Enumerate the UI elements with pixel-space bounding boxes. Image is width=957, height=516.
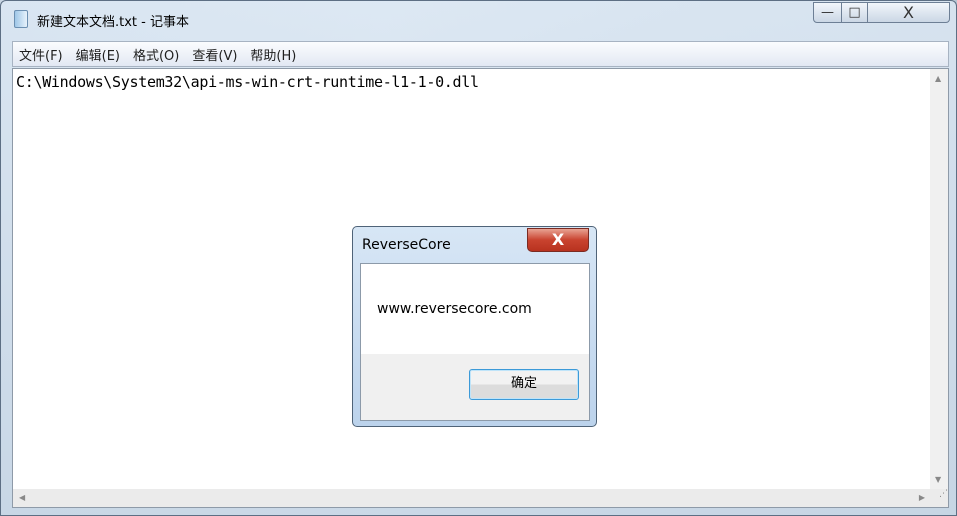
- menu-edit[interactable]: 编辑(E): [76, 45, 120, 64]
- menu-format[interactable]: 格式(O): [133, 45, 179, 64]
- scroll-left-icon[interactable]: ◀: [19, 493, 25, 502]
- horizontal-scrollbar[interactable]: ◀ ▶: [13, 489, 931, 507]
- menu-help[interactable]: 帮助(H): [250, 45, 296, 64]
- window-title: 新建文本文档.txt - 记事本: [37, 15, 189, 30]
- dialog-title: ReverseCore: [362, 237, 451, 253]
- ok-button[interactable]: 确定: [469, 369, 579, 400]
- dialog-close-button[interactable]: X: [527, 228, 589, 252]
- dialog-body: www.reversecore.com 确定: [360, 263, 590, 421]
- scroll-right-icon[interactable]: ▶: [919, 493, 925, 502]
- notepad-icon: [14, 10, 28, 28]
- scroll-up-icon[interactable]: ▲: [935, 74, 941, 83]
- dialog-message: www.reversecore.com: [377, 301, 532, 317]
- scroll-down-icon[interactable]: ▼: [935, 475, 941, 484]
- minimize-button[interactable]: —: [813, 2, 842, 23]
- editor-content[interactable]: C:\Windows\System32\api-ms-win-crt-runti…: [16, 73, 479, 91]
- menu-view[interactable]: 查看(V): [192, 45, 237, 64]
- maximize-button[interactable]: □: [841, 2, 868, 23]
- menu-file[interactable]: 文件(F): [19, 45, 63, 64]
- dialog-message-area: www.reversecore.com: [361, 264, 589, 354]
- menu-bar: 文件(F) 编辑(E) 格式(O) 查看(V) 帮助(H): [12, 41, 949, 67]
- close-button[interactable]: X: [867, 2, 950, 23]
- vertical-scrollbar[interactable]: ▲ ▼: [930, 69, 948, 489]
- message-box: ReverseCore X www.reversecore.com 确定: [352, 226, 597, 427]
- resize-grip-icon[interactable]: ⋰: [930, 489, 948, 507]
